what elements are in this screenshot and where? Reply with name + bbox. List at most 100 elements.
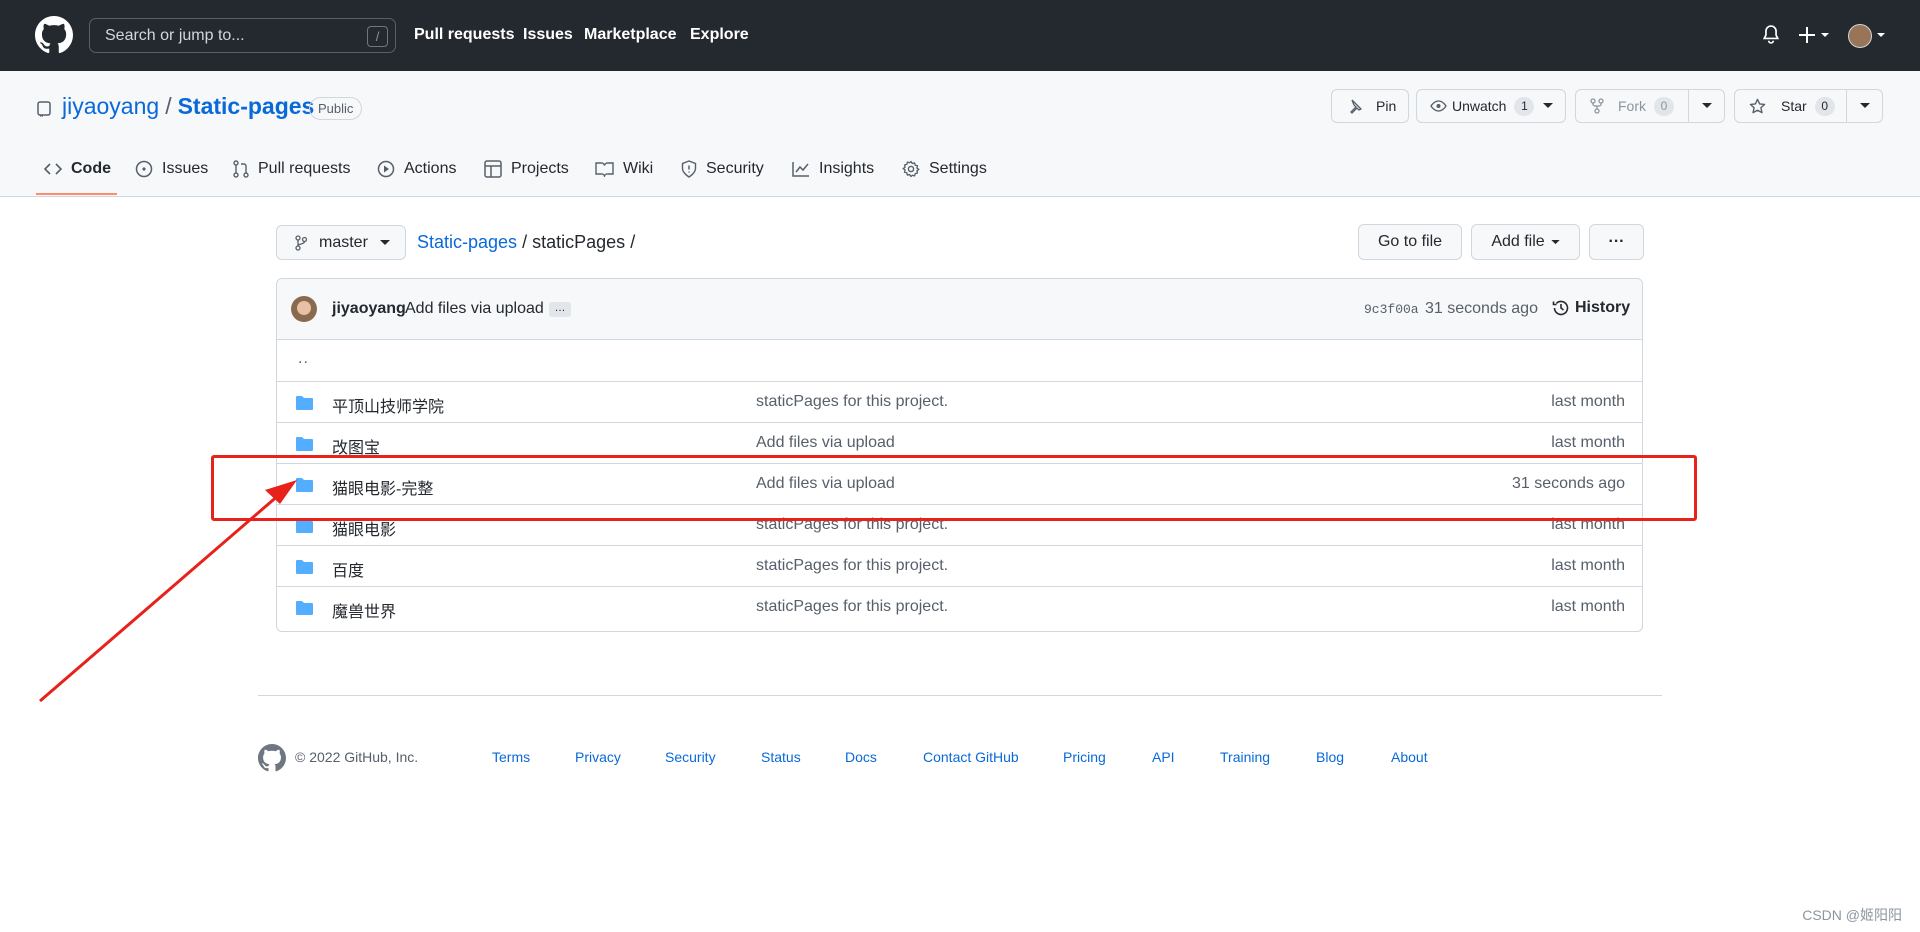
git-branch-icon xyxy=(295,234,307,251)
file-commit-message[interactable]: staticPages for this project. xyxy=(756,598,948,616)
footer-link-training[interactable]: Training xyxy=(1220,749,1270,765)
tab-pull-requests-label: Pull requests xyxy=(258,160,351,177)
file-name[interactable]: 百度 xyxy=(332,557,364,581)
history-clock-icon xyxy=(1552,300,1569,316)
notifications-bell-icon[interactable] xyxy=(1762,24,1780,45)
footer-divider xyxy=(258,695,1662,696)
book-icon xyxy=(595,162,614,177)
footer-link-contact[interactable]: Contact GitHub xyxy=(923,749,1019,765)
footer-link-blog[interactable]: Blog xyxy=(1316,749,1344,765)
footer-link-status[interactable]: Status xyxy=(761,749,801,765)
breadcrumb: Static-pages / staticPages / xyxy=(417,232,635,253)
active-tab-underline xyxy=(36,193,117,195)
tab-issues[interactable]: Issues xyxy=(135,160,208,178)
footer-link-terms[interactable]: Terms xyxy=(492,749,530,765)
tab-wiki[interactable]: Wiki xyxy=(595,160,653,178)
footer-link-pricing[interactable]: Pricing xyxy=(1063,749,1106,765)
tab-settings-label: Settings xyxy=(929,160,987,177)
file-row[interactable]: 百度 staticPages for this project. last mo… xyxy=(277,545,1642,586)
commit-author[interactable]: jiyaoyang xyxy=(332,300,406,318)
user-avatar[interactable] xyxy=(1848,24,1872,48)
tab-projects-label: Projects xyxy=(511,160,569,177)
star-button[interactable]: Star 0 xyxy=(1734,89,1883,123)
repo-name-link[interactable]: Static-pages xyxy=(178,93,315,119)
tab-insights[interactable]: Insights xyxy=(792,160,874,178)
tab-code[interactable]: Code xyxy=(44,160,111,178)
star-caret-icon xyxy=(1859,103,1870,108)
add-file-caret-icon xyxy=(1551,239,1560,244)
branch-name: master xyxy=(319,233,368,251)
file-commit-message[interactable]: Add files via upload xyxy=(756,434,895,452)
file-row[interactable]: 魔兽世界 staticPages for this project. last … xyxy=(277,586,1642,627)
avatar-caret-icon[interactable] xyxy=(1876,32,1886,40)
file-name[interactable]: 平顶山技师学院 xyxy=(332,393,444,417)
fork-button[interactable]: Fork 0 xyxy=(1575,89,1725,123)
file-age: last month xyxy=(1551,434,1625,451)
tab-actions-label: Actions xyxy=(404,160,457,177)
folder-icon xyxy=(296,437,313,451)
file-age: last month xyxy=(1551,598,1625,615)
fork-dropdown[interactable] xyxy=(1688,90,1724,122)
pull-request-icon xyxy=(233,160,249,178)
commit-message[interactable]: Add files via upload xyxy=(405,300,544,318)
commit-expand-button[interactable]: … xyxy=(549,302,571,317)
tab-code-label: Code xyxy=(71,160,111,177)
file-commit-message[interactable]: staticPages for this project. xyxy=(756,393,948,411)
unwatch-caret-icon xyxy=(1543,103,1554,108)
tab-actions[interactable]: Actions xyxy=(377,160,456,178)
github-logo-icon[interactable] xyxy=(35,16,73,54)
nav-pull-requests[interactable]: Pull requests xyxy=(414,26,514,44)
nav-marketplace[interactable]: Marketplace xyxy=(584,26,677,44)
repo-book-icon xyxy=(37,101,51,117)
code-icon xyxy=(44,163,62,175)
file-commit-message[interactable]: staticPages for this project. xyxy=(756,557,948,575)
folder-icon xyxy=(296,396,313,410)
file-row[interactable]: 平顶山技师学院 staticPages for this project. la… xyxy=(277,381,1642,422)
star-icon xyxy=(1749,98,1766,113)
graph-icon xyxy=(792,162,809,177)
star-label: Star xyxy=(1781,98,1807,114)
more-options-label: ··· xyxy=(1608,233,1625,250)
tab-security[interactable]: Security xyxy=(681,160,764,178)
create-new-plus-icon[interactable] xyxy=(1799,24,1833,46)
csdn-watermark: CSDN @姬阳阳 xyxy=(1802,907,1902,923)
search-placeholder: Search or jump to... xyxy=(105,27,245,44)
visibility-badge: Public xyxy=(309,97,363,120)
github-footer-logo-icon[interactable] xyxy=(258,744,286,772)
more-options-button[interactable]: ··· xyxy=(1589,224,1644,260)
tab-security-label: Security xyxy=(706,160,764,177)
add-file-button[interactable]: Add file xyxy=(1471,224,1580,260)
history-link[interactable]: History xyxy=(1552,299,1630,317)
breadcrumb-repo-link[interactable]: Static-pages xyxy=(417,232,517,252)
branch-select-button[interactable]: master xyxy=(276,225,406,260)
commit-sha[interactable]: 9c3f00a xyxy=(1364,302,1419,317)
nav-explore[interactable]: Explore xyxy=(690,26,749,44)
commit-author-avatar[interactable] xyxy=(291,296,317,322)
fork-icon xyxy=(1590,98,1604,114)
tab-pull-requests[interactable]: Pull requests xyxy=(233,160,351,178)
footer-link-about[interactable]: About xyxy=(1391,749,1428,765)
search-input[interactable]: Search or jump to... / xyxy=(89,18,396,53)
footer-link-api[interactable]: API xyxy=(1152,749,1175,765)
unwatch-button[interactable]: Unwatch 1 xyxy=(1416,89,1566,123)
nav-issues[interactable]: Issues xyxy=(523,26,573,44)
breadcrumb-current-dir: staticPages xyxy=(532,232,626,252)
search-shortcut-key: / xyxy=(367,26,388,47)
parent-directory-row[interactable]: .. xyxy=(277,340,1642,381)
footer-link-docs[interactable]: Docs xyxy=(845,749,877,765)
tab-projects[interactable]: Projects xyxy=(484,160,569,178)
footer-link-security[interactable]: Security xyxy=(665,749,716,765)
pin-button[interactable]: Pin xyxy=(1331,89,1409,123)
star-dropdown[interactable] xyxy=(1846,90,1882,122)
parent-directory-link[interactable]: .. xyxy=(298,350,309,368)
go-to-file-button[interactable]: Go to file xyxy=(1358,224,1462,260)
tab-insights-label: Insights xyxy=(819,160,875,177)
commit-time: 31 seconds ago xyxy=(1425,300,1538,317)
repo-owner-link[interactable]: jiyaoyang xyxy=(62,93,159,119)
footer-link-privacy[interactable]: Privacy xyxy=(575,749,621,765)
latest-commit-bar: jiyaoyang Add files via upload … 9c3f00a… xyxy=(277,279,1642,340)
tab-settings[interactable]: Settings xyxy=(902,160,987,178)
repo-title: jiyaoyang / Static-pages xyxy=(62,93,314,120)
file-name[interactable]: 魔兽世界 xyxy=(332,598,396,622)
fork-label: Fork xyxy=(1618,98,1646,114)
